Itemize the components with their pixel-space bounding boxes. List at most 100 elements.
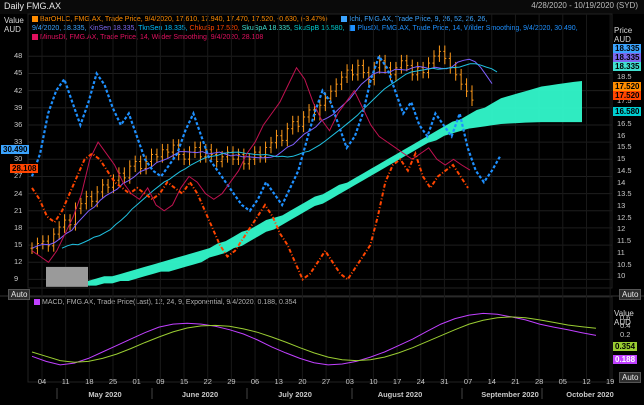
tenkan-line — [61, 63, 498, 249]
chikou-series — [31, 150, 469, 281]
x-tick-label: 20 — [298, 377, 306, 386]
legend-minusdi: MinusDI, FMG.AX, Trade Price, 14, Wilder… — [32, 33, 263, 42]
x-month-label: August 2020 — [378, 390, 423, 399]
right-tick-label: 13.5 — [617, 189, 632, 199]
left-axis-label-unit: AUD — [4, 25, 21, 34]
value-box-macd: 0.188 — [613, 355, 638, 364]
left-tick-label: 24 — [14, 188, 23, 198]
right-tick-label: 14.5 — [617, 165, 632, 175]
right-tick-label: 10.5 — [617, 259, 632, 269]
legend-ichi-value-chkusp: ChkuSp 17.520, — [189, 25, 240, 32]
right-tick-label: 10 — [617, 271, 626, 281]
x-month-label: October 2020 — [566, 390, 614, 399]
legend-plusdi-text: PlusDI, FMG.AX, Trade Price, 14, Wilder … — [357, 25, 578, 32]
x-tick-label: 09 — [156, 377, 164, 386]
right-axis-label-unit: AUD — [614, 35, 631, 44]
x-tick-label: 19 — [606, 377, 614, 386]
right-tick-label: 15.5 — [617, 142, 632, 152]
ichimoku-cloud — [46, 81, 582, 287]
right-tick-label: 16.5 — [617, 119, 632, 128]
x-tick-label: 04 — [38, 377, 46, 386]
legend-ichi-values: 9/4/2020, 18.335, KinSen 18.335, TknSen … — [32, 24, 578, 33]
right-tick-label: 16 — [617, 130, 626, 140]
legend-bar-text: BarOHLC, FMG.AX, Trade Price, 9/4/2020, … — [40, 16, 328, 23]
x-tick-label: 06 — [251, 377, 259, 386]
left-tick-label: 48 — [14, 51, 23, 61]
left-tick-label: 18 — [14, 222, 23, 232]
right-tick-label: 13 — [617, 201, 626, 210]
left-auto-button[interactable]: Auto — [8, 289, 31, 300]
left-tick-label: 45 — [14, 68, 23, 78]
legend-ichi-value-date: 9/4/2020, 18.335, — [32, 25, 87, 32]
x-tick-label: 15 — [180, 377, 188, 386]
kijun-line — [31, 58, 493, 249]
legend-ichi-value-tknsen: TknSen 18.335, — [138, 25, 188, 32]
macd-series — [31, 312, 597, 366]
price-series — [30, 45, 498, 255]
x-tick-label: 29 — [227, 377, 235, 386]
right-tick-label: 12 — [617, 224, 626, 234]
right-tick-label: 11.5 — [617, 236, 632, 246]
value-box-price: 17.520 — [613, 82, 642, 91]
x-tick-label: 13 — [275, 377, 283, 386]
grid-lines — [0, 13, 644, 383]
right-axis-label-top: Price — [614, 26, 633, 35]
legend-ichi-text: Ichi, FMG.AX, Trade Price, 9, 26, 52, 26… — [349, 16, 488, 23]
left-tick-label: 36 — [14, 119, 23, 129]
value-box-spanb: 16.580 — [613, 107, 642, 116]
minusdi-line — [31, 66, 471, 263]
right-tick-label: 14 — [617, 177, 626, 187]
left-tick-label: 12 — [14, 257, 23, 267]
x-tick-label: 11 — [62, 377, 70, 386]
legend-macd-swatch — [34, 299, 40, 306]
x-tick-label: 21 — [511, 377, 519, 386]
legend-plusdi-swatch — [349, 25, 356, 32]
legend-bar: BarOHLC, FMG.AX, Trade Price, 9/4/2020, … — [32, 15, 487, 24]
value-box-chikou: 17.520 — [613, 91, 642, 100]
left-tick-label: 15 — [14, 240, 23, 250]
value-box-ichi-b: 18.335 — [613, 53, 642, 62]
chart-title: Daily FMG.AX — [4, 1, 62, 11]
plusdi-series — [30, 53, 501, 213]
macd-tick-label: 0.2 — [620, 329, 631, 339]
x-tick-label: 10 — [369, 377, 377, 386]
plusdi-line — [30, 53, 501, 213]
x-tick-label: 05 — [559, 377, 567, 386]
x-tick-label: 24 — [417, 377, 425, 386]
value-box-plusdi: 30.490 — [1, 145, 30, 154]
legend-minusdi-text: MinusDI, FMG.AX, Trade Price, 14, Wilder… — [40, 34, 264, 41]
x-tick-label: 25 — [109, 377, 117, 386]
legend-ichi-swatch — [341, 16, 348, 23]
x-month-label: September 2020 — [481, 390, 539, 399]
right-tick-label: 15 — [617, 154, 626, 164]
left-tick-label: 30 — [14, 154, 23, 164]
right-axis-label: Price AUD — [614, 26, 632, 44]
left-tick-label: 9 — [14, 274, 19, 284]
legend-ichi-value-skuspa: SkuSpA 18.335, — [241, 25, 292, 32]
macd-auto-button[interactable]: Auto — [619, 372, 642, 383]
cloud-gray-segment — [46, 266, 88, 287]
x-tick-label: 22 — [204, 377, 212, 386]
value-box-ichi-a: 18.335 — [613, 44, 642, 53]
right-auto-button[interactable]: Auto — [619, 289, 642, 300]
chart-canvas: 04 11 18 25 01 09 15 22 29 06 13 20 27 03 10 17 24 31 07 14… — [0, 13, 644, 399]
date-range: 4/28/2020 - 10/19/2020 (SYD) — [531, 1, 638, 10]
macd-line — [31, 312, 597, 366]
legend-minusdi-swatch — [32, 34, 38, 41]
ichimoku-cloud-area — [88, 81, 582, 286]
x-tick-label: 27 — [322, 377, 330, 386]
left-axis-label: Value AUD — [4, 16, 24, 34]
legend-macd-text: MACD, FMG.AX, Trade Price(Last), 12, 24,… — [42, 299, 297, 306]
left-tick-label: 42 — [14, 85, 23, 95]
x-month-label: July 2020 — [278, 390, 312, 399]
legend-ichi-value-kinsen: KinSen 18.335, — [88, 25, 137, 32]
right-tick-label: 18.5 — [617, 72, 632, 82]
macd-signal-line — [31, 316, 597, 363]
left-axis-label-top: Value — [4, 16, 24, 25]
x-tick-label: 03 — [346, 377, 354, 386]
right-tick-label: 12.5 — [617, 212, 632, 222]
value-box-ichi-c: 18.335 — [613, 62, 642, 71]
minusdi-series — [31, 66, 471, 263]
left-tick-label: 39 — [14, 102, 23, 112]
chikou-line — [31, 150, 469, 281]
